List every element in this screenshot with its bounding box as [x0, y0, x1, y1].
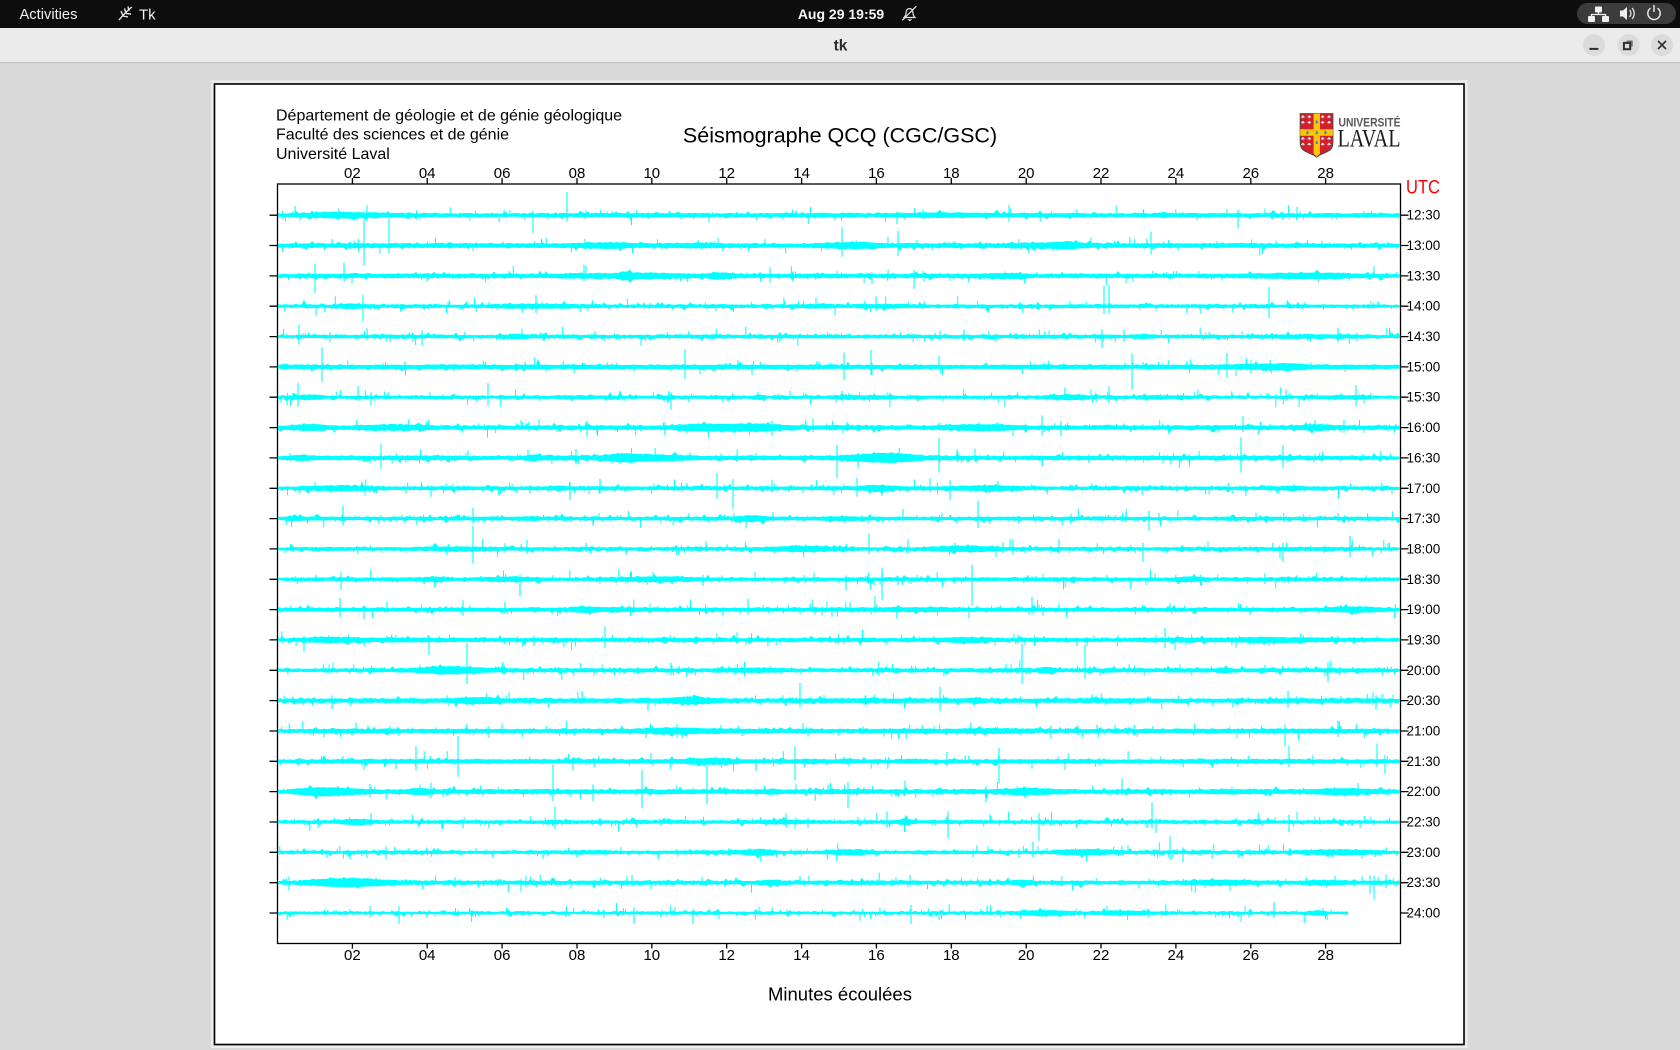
svg-text:24: 24: [1168, 165, 1185, 182]
svg-text:06: 06: [494, 165, 511, 182]
svg-text:22:30: 22:30: [1407, 815, 1441, 830]
svg-text:18: 18: [943, 165, 960, 182]
svg-text:10: 10: [643, 165, 660, 182]
svg-text:28: 28: [1317, 947, 1334, 964]
svg-text:17:00: 17:00: [1407, 481, 1441, 496]
svg-text:19:30: 19:30: [1407, 632, 1441, 647]
svg-text:12:30: 12:30: [1407, 208, 1441, 223]
svg-text:14:00: 14:00: [1407, 299, 1441, 314]
svg-text:28: 28: [1317, 165, 1334, 182]
svg-text:21:00: 21:00: [1407, 724, 1441, 739]
svg-text:12: 12: [718, 947, 735, 964]
svg-text:06: 06: [494, 947, 511, 964]
svg-text:20: 20: [1018, 165, 1035, 182]
svg-text:15:30: 15:30: [1407, 390, 1441, 405]
svg-text:Activities: Activities: [20, 7, 78, 23]
svg-text:22:00: 22:00: [1407, 784, 1441, 799]
svg-text:Minutes écoulées: Minutes écoulées: [768, 984, 912, 1005]
svg-text:13:00: 13:00: [1407, 238, 1441, 253]
svg-text:26: 26: [1242, 947, 1259, 964]
svg-text:10: 10: [643, 947, 660, 964]
svg-text:19:00: 19:00: [1407, 602, 1441, 617]
svg-text:20:30: 20:30: [1407, 693, 1441, 708]
svg-text:22: 22: [1093, 165, 1110, 182]
svg-text:tk: tk: [834, 38, 848, 55]
svg-text:12: 12: [718, 165, 735, 182]
svg-text:Université Laval: Université Laval: [276, 146, 390, 163]
svg-text:23:30: 23:30: [1407, 875, 1441, 890]
svg-text:18:30: 18:30: [1407, 572, 1441, 587]
svg-text:26: 26: [1242, 165, 1259, 182]
svg-text:Tk: Tk: [139, 7, 156, 24]
svg-text:04: 04: [419, 165, 436, 182]
svg-text:17:30: 17:30: [1407, 511, 1441, 526]
svg-text:Séismographe QCQ (CGC/GSC): Séismographe QCQ (CGC/GSC): [683, 124, 997, 148]
svg-text:02: 02: [344, 165, 361, 182]
svg-text:22: 22: [1093, 947, 1110, 964]
svg-text:24: 24: [1168, 947, 1185, 964]
svg-text:20: 20: [1018, 947, 1035, 964]
svg-text:Aug 29 19:59: Aug 29 19:59: [798, 6, 885, 22]
svg-text:14:30: 14:30: [1407, 329, 1441, 344]
svg-text:21:30: 21:30: [1407, 754, 1441, 769]
svg-text:20:00: 20:00: [1407, 663, 1441, 678]
svg-text:13:30: 13:30: [1407, 268, 1441, 283]
svg-text:16:00: 16:00: [1407, 420, 1441, 435]
svg-text:Département de géologie et de: Département de géologie et de génie géol…: [276, 108, 622, 125]
svg-text:14: 14: [793, 165, 810, 182]
svg-text:16: 16: [868, 165, 885, 182]
svg-text:18: 18: [943, 947, 960, 964]
svg-text:02: 02: [344, 947, 361, 964]
svg-text:Faculté des sciences et de gén: Faculté des sciences et de génie: [276, 127, 509, 144]
svg-text:UTC: UTC: [1406, 177, 1440, 199]
svg-text:23:00: 23:00: [1407, 845, 1441, 860]
svg-text:04: 04: [419, 947, 436, 964]
svg-text:08: 08: [569, 947, 586, 964]
svg-text:24:00: 24:00: [1407, 906, 1441, 921]
svg-text:16:30: 16:30: [1407, 450, 1441, 465]
svg-text:18:00: 18:00: [1407, 541, 1441, 556]
svg-text:08: 08: [569, 165, 586, 182]
svg-text:14: 14: [793, 947, 810, 964]
svg-text:LAVAL: LAVAL: [1338, 126, 1401, 153]
svg-text:16: 16: [868, 947, 885, 964]
svg-text:15:00: 15:00: [1407, 359, 1441, 374]
